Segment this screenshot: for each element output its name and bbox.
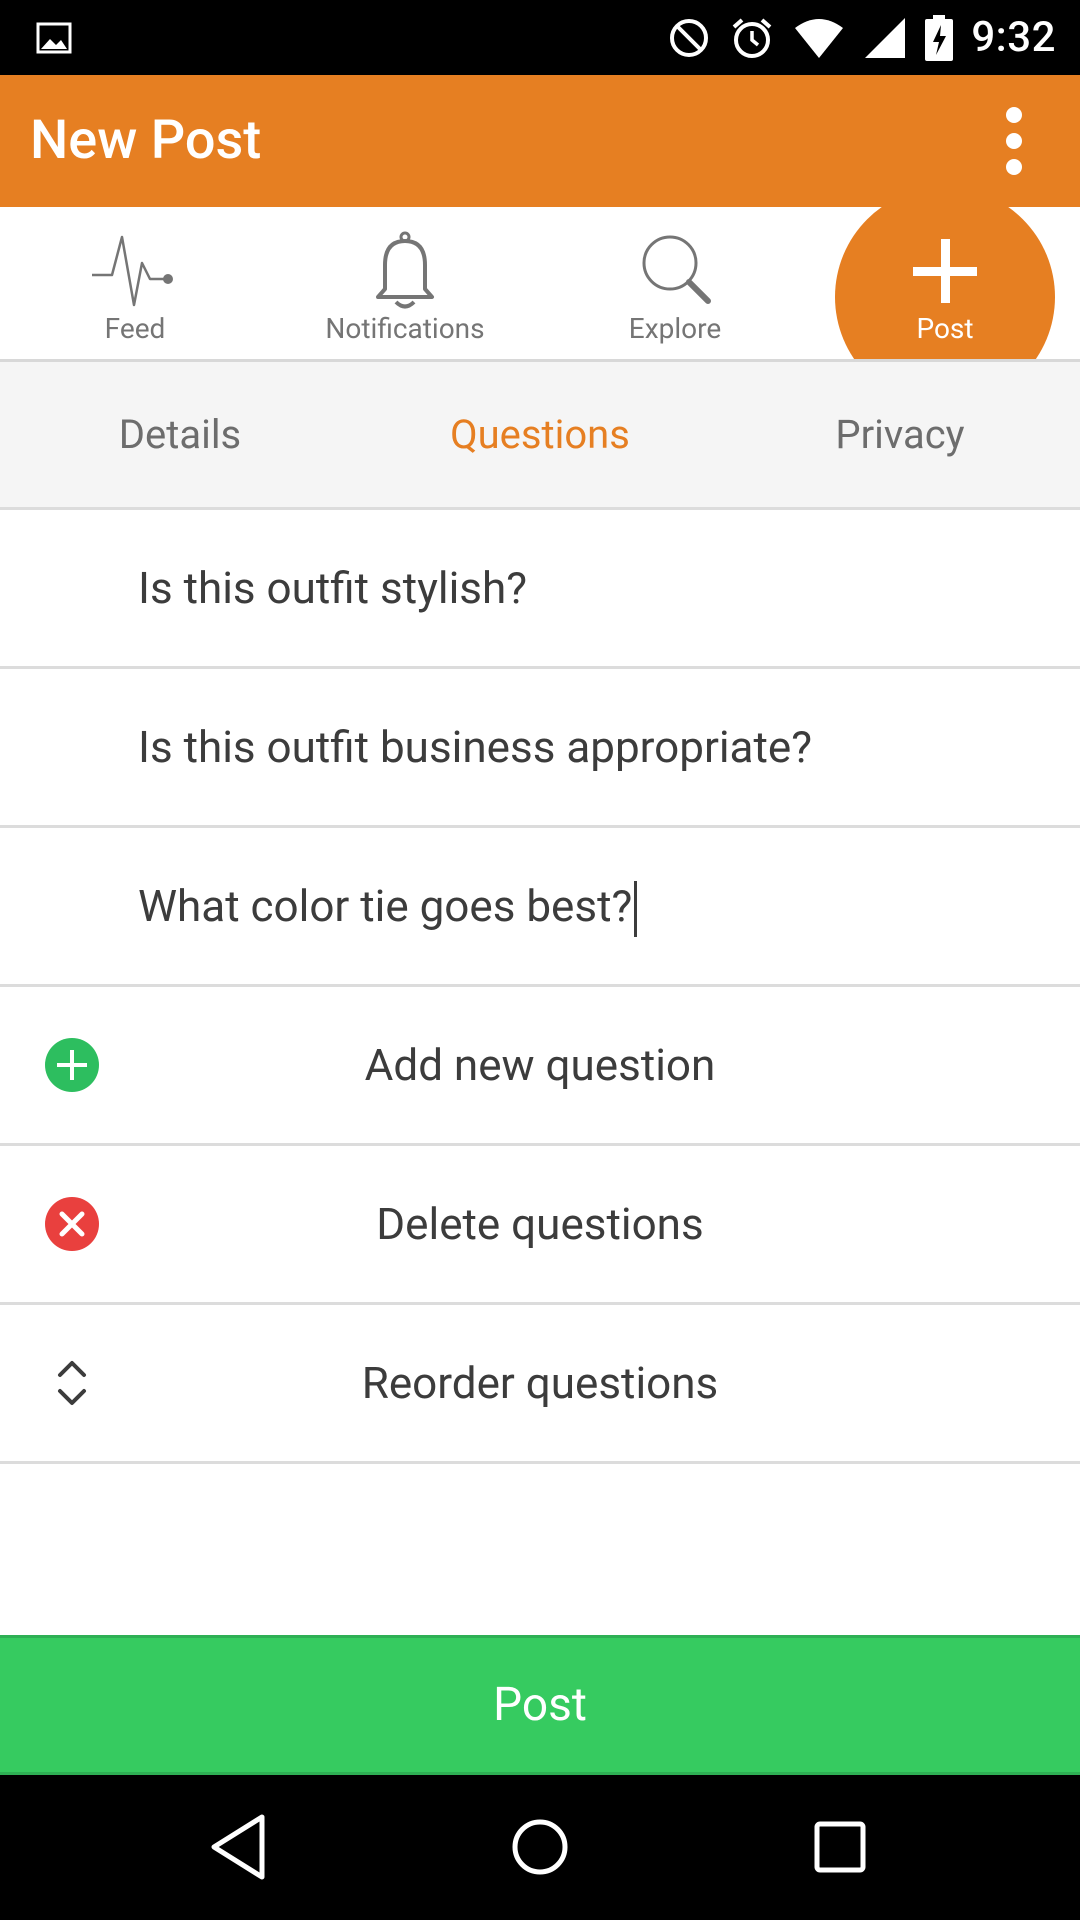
bell-icon	[376, 231, 434, 309]
status-bar: 9:32	[0, 0, 1080, 75]
nav-label-feed: Feed	[104, 312, 166, 345]
post-button-label: Post	[493, 1678, 587, 1732]
system-nav-bar	[0, 1775, 1080, 1920]
post-button[interactable]: Post	[0, 1635, 1080, 1775]
nav-item-post[interactable]: Post	[810, 207, 1080, 359]
delete-questions-button[interactable]: Delete questions	[0, 1146, 1080, 1305]
question-row[interactable]: What color tie goes best?	[0, 828, 1080, 987]
activity-icon	[92, 235, 173, 307]
add-question-button[interactable]: Add new question	[0, 987, 1080, 1146]
wifi-icon	[795, 18, 844, 58]
page-title: New Post	[30, 109, 262, 172]
add-question-label: Add new question	[364, 1039, 716, 1091]
back-icon[interactable]	[190, 1797, 290, 1897]
reorder-questions-label: Reorder questions	[361, 1357, 719, 1409]
question-row[interactable]: Is this outfit business appropriate?	[0, 669, 1080, 828]
search-icon	[642, 235, 711, 304]
question-text[interactable]: Is this outfit stylish?	[138, 510, 527, 666]
delete-questions-label: Delete questions	[376, 1198, 704, 1250]
question-text[interactable]: Is this outfit business appropriate?	[138, 669, 812, 825]
nav-item-explore[interactable]: Explore	[540, 207, 810, 359]
more-vert-icon[interactable]	[978, 105, 1050, 177]
nav-label-notifications: Notifications	[325, 312, 485, 345]
recents-icon[interactable]	[790, 1797, 890, 1897]
main-nav: Feed Notifications Explore Post	[0, 207, 1080, 362]
battery-charging-icon	[925, 14, 954, 61]
plus-icon	[913, 239, 977, 303]
question-text: What color tie goes best?	[138, 880, 633, 932]
app-bar: New Post	[0, 75, 1080, 207]
question-input[interactable]: What color tie goes best?	[138, 828, 638, 984]
alarm-icon	[732, 17, 772, 58]
do-not-disturb-icon	[670, 18, 709, 57]
signal-icon	[865, 17, 906, 58]
post-tabs: Details Questions Privacy	[0, 362, 1080, 510]
nav-item-notifications[interactable]: Notifications	[270, 207, 540, 359]
tab-questions[interactable]: Questions	[360, 362, 720, 507]
question-row[interactable]: Is this outfit stylish?	[0, 510, 1080, 669]
nav-label-explore: Explore	[628, 312, 722, 345]
nav-label-post: Post	[916, 312, 974, 345]
status-time: 9:32	[971, 13, 1056, 62]
home-icon[interactable]	[490, 1797, 590, 1897]
nav-item-feed[interactable]: Feed	[0, 207, 270, 359]
tab-privacy[interactable]: Privacy	[720, 362, 1080, 507]
image-icon	[36, 22, 72, 54]
tab-details[interactable]: Details	[0, 362, 360, 507]
reorder-questions-button[interactable]: Reorder questions	[0, 1305, 1080, 1464]
text-cursor	[634, 881, 638, 938]
